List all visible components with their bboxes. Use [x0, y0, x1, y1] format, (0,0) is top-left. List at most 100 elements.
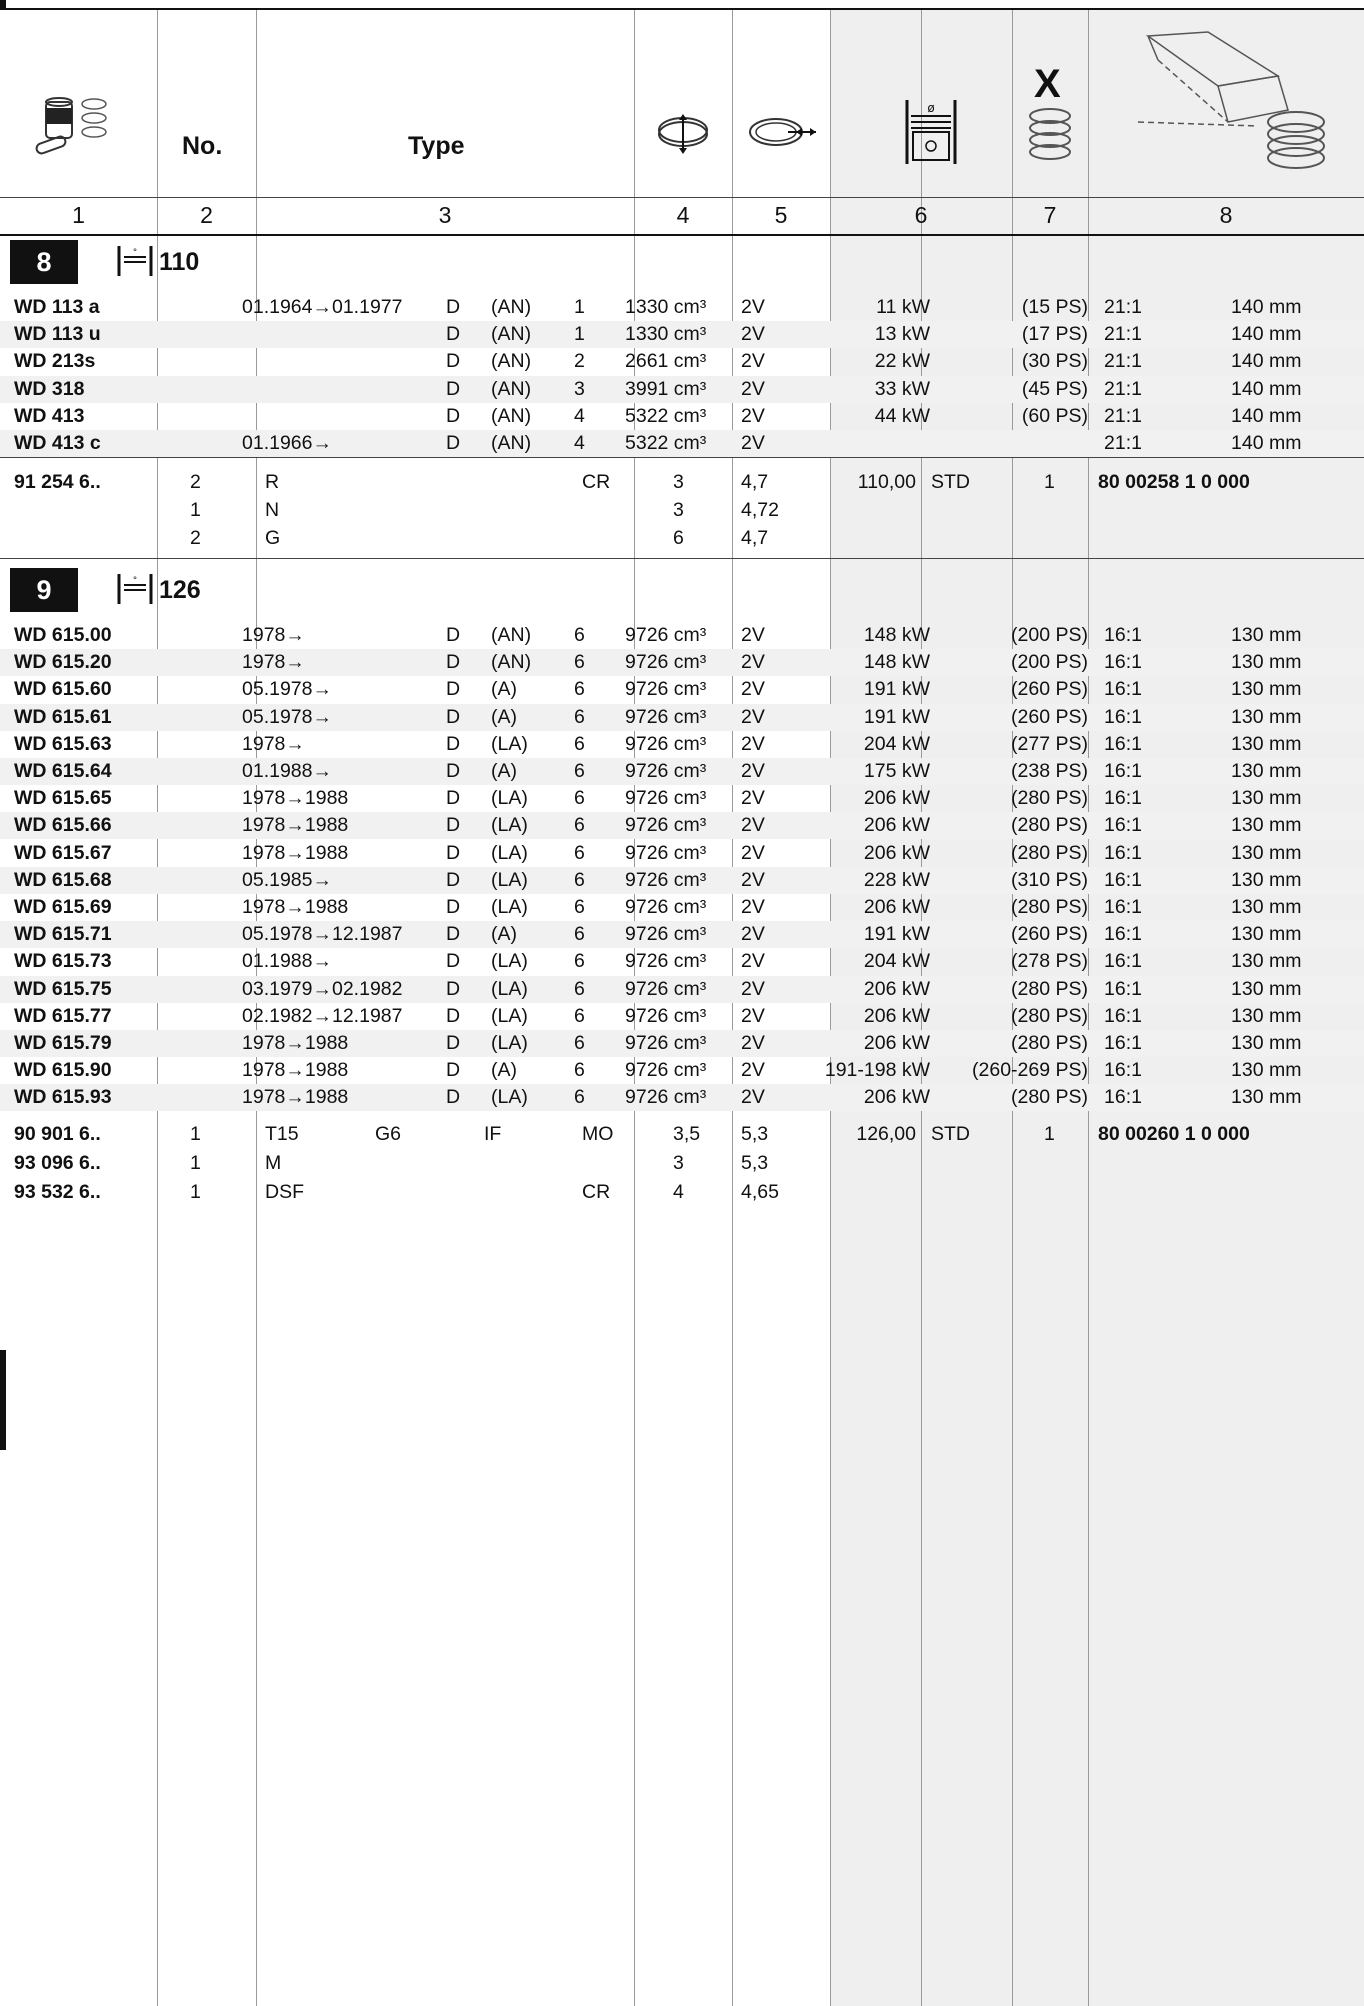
engine-ps: (60 PS): [1021, 404, 1088, 427]
part-t3: IF: [484, 1123, 502, 1145]
col-num-3: 3: [438, 202, 452, 228]
engine-ps: (310 PS): [1011, 868, 1088, 891]
engine-ccm: 1330 cm³: [625, 323, 707, 346]
engine-asp: (AN): [491, 350, 532, 373]
part-t1: R: [265, 471, 280, 493]
engine-stroke: 130 mm: [1231, 651, 1302, 674]
engine-row: WD 615.77 02.1982→12.1987 D (LA) 6 9726 cm³ 2V…: [0, 1003, 1364, 1030]
engine-date: 1978→1988: [242, 1086, 349, 1109]
part-r: 4,72: [741, 499, 779, 521]
engine-name: WD 615.75: [14, 977, 112, 1000]
engine-ps: (30 PS): [1021, 350, 1088, 373]
engine-ccm: 9726 cm³: [625, 923, 707, 946]
engine-fuel: D: [446, 678, 461, 701]
part-row: 93 532 6.. 1 DSF CR 4 4,65: [0, 1180, 1364, 1208]
engine-name: WD 615.77: [14, 1004, 112, 1027]
engine-stroke: 130 mm: [1231, 923, 1302, 946]
engine-ccm: 9726 cm³: [625, 705, 707, 728]
engine-valves: 2V: [741, 432, 765, 454]
part-std: STD: [931, 471, 970, 493]
engine-row: WD 615.64 01.1988→ D (A) 6 9726 cm³ 2V 175 kW (2…: [0, 758, 1364, 785]
engine-ps: (17 PS): [1021, 323, 1088, 346]
engine-comp: 16:1: [1104, 977, 1142, 1000]
engine-ps: (280 PS): [1011, 1086, 1088, 1109]
engine-ccm: 9726 cm³: [625, 950, 707, 973]
engine-asp: (AN): [491, 377, 532, 400]
engine-name: WD 615.68: [14, 868, 112, 891]
engine-fuel: D: [446, 624, 461, 646]
engine-ps: (260 PS): [1011, 705, 1088, 728]
packaging-icon: [1137, 31, 1325, 169]
bore-icon: °: [117, 246, 153, 276]
engine-row: WD 615.65 1978→1988 D (LA) 6 9726 cm³ 2V 206 kW…: [0, 785, 1364, 812]
engine-row: WD 113 u D (AN) 1 1330 cm³ 2V 13 kW (17 PS) 21:1…: [0, 321, 1364, 349]
engine-kw: 148 kW: [863, 624, 930, 646]
part-t4: CR: [582, 471, 611, 493]
engine-kw: 13 kW: [874, 323, 930, 346]
engine-ps: (238 PS): [1011, 760, 1088, 782]
engine-row: WD 615.71 05.1978→12.1987 D (A) 6 9726 cm³ 2V 1…: [0, 921, 1364, 949]
engine-ccm: 9726 cm³: [625, 760, 707, 782]
part-qty: 2: [190, 527, 201, 549]
engine-valves: 2V: [741, 624, 765, 646]
engine-kw: 206 kW: [863, 814, 930, 837]
engine-ps: (280 PS): [1011, 787, 1088, 810]
engine-asp: (AN): [491, 323, 532, 346]
part-row: 2 G 6 4,7: [0, 526, 1364, 554]
part-qty: 1: [190, 1181, 201, 1203]
engine-ps: (280 PS): [1011, 1032, 1088, 1054]
engine-row: WD 318 D (AN) 3 3991 cm³ 2V 33 kW (45 PS) 21:1 14…: [0, 375, 1364, 403]
engine-comp: 16:1: [1104, 705, 1142, 728]
part-no: 93 096 6..: [14, 1152, 101, 1174]
engine-date: 03.1979→02.1982: [242, 977, 403, 1000]
engine-name: WD 615.65: [14, 787, 112, 810]
engine-ps: (280 PS): [1011, 896, 1088, 918]
engine-fuel: D: [446, 404, 461, 427]
part-t2: G6: [375, 1123, 402, 1145]
engine-stroke: 130 mm: [1231, 1004, 1302, 1027]
engine-comp: 21:1: [1104, 377, 1142, 400]
engine-ccm: 9726 cm³: [625, 624, 707, 646]
engine-ccm: 9726 cm³: [625, 651, 707, 674]
col-num-6: 6: [914, 202, 928, 228]
engine-cyl: 6: [574, 868, 585, 891]
engine-comp: 16:1: [1104, 1004, 1142, 1027]
engine-row: WD 615.75 03.1979→02.1982 D (LA) 6 9726 cm³ 2V…: [0, 975, 1364, 1003]
engine-row: WD 413 c 01.1966→ D (AN) 4 5322 cm³ 2V 21:1 140 …: [0, 430, 1364, 457]
engine-valves: 2V: [741, 841, 765, 864]
engine-valves: 2V: [741, 1086, 765, 1109]
engine-fuel: D: [446, 296, 461, 318]
engine-row: WD 615.63 1978→ D (LA) 6 9726 cm³ 2V 204 kW (277…: [0, 731, 1364, 758]
col-num-4: 4: [676, 202, 690, 228]
engine-valves: 2V: [741, 732, 765, 755]
part-std: STD: [931, 1123, 970, 1145]
engine-row: WD 615.79 1978→1988 D (LA) 6 9726 cm³ 2V 206 kW…: [0, 1030, 1364, 1057]
section-bore: 126: [159, 576, 201, 604]
quantity-rings-icon: [1029, 108, 1071, 160]
engine-ccm: 9726 cm³: [625, 868, 707, 891]
engine-name: WD 615.60: [14, 678, 112, 701]
engine-comp: 16:1: [1104, 787, 1142, 810]
engine-cyl: 1: [574, 296, 585, 318]
engine-row: WD 113 a 01.1964→01.1977 D (AN) 1 1330 cm³ 2V 1…: [0, 294, 1364, 321]
engine-cyl: 6: [574, 651, 585, 674]
engine-ccm: 9726 cm³: [625, 678, 707, 701]
engine-stroke: 130 mm: [1231, 896, 1302, 918]
engine-asp: (LA): [491, 977, 528, 1000]
header-divider: [0, 197, 1364, 198]
engine-stroke: 130 mm: [1231, 841, 1302, 864]
engine-date: 1978→: [242, 624, 305, 646]
engine-date: 1978→1988: [242, 1059, 349, 1082]
engine-comp: 16:1: [1104, 814, 1142, 837]
engine-name: WD 615.79: [14, 1032, 112, 1054]
x-mark: X: [1034, 62, 1061, 106]
col-num-7: 7: [1043, 202, 1057, 228]
engine-cyl: 6: [574, 814, 585, 837]
part-r: 4,7: [741, 471, 769, 493]
engine-fuel: D: [446, 787, 461, 810]
engine-row: WD 615.68 05.1985→ D (LA) 6 9726 cm³ 2V 228 kW (…: [0, 866, 1364, 894]
engine-row: WD 615.61 05.1978→ D (A) 6 9726 cm³ 2V 191 kW (2…: [0, 703, 1364, 731]
engine-row: WD 615.73 01.1988→ D (LA) 6 9726 cm³ 2V 204 kW (…: [0, 948, 1364, 975]
engine-ccm: 9726 cm³: [625, 787, 707, 810]
engine-date: 01.1964→01.1977: [242, 296, 403, 318]
